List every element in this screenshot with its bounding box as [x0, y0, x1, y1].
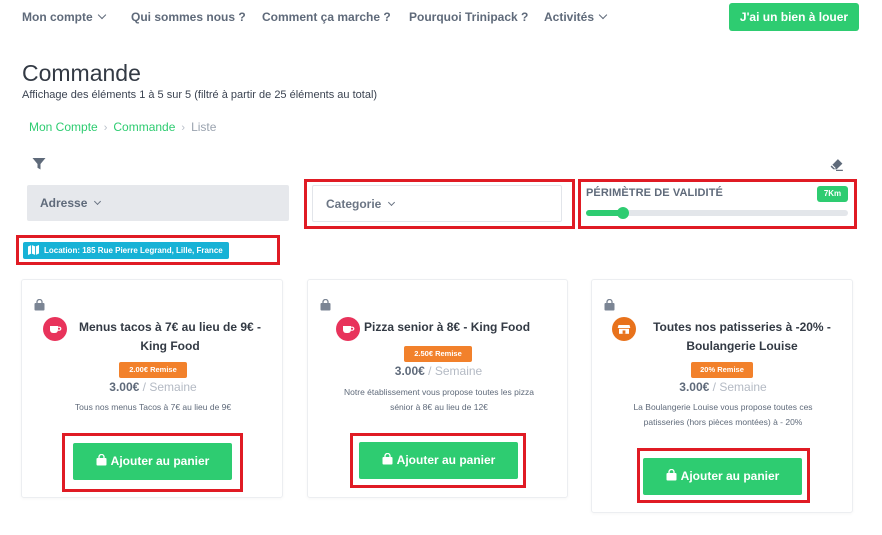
shopping-bag-icon — [34, 299, 45, 311]
eraser-icon[interactable] — [829, 157, 844, 172]
address-select-label: Adresse — [40, 196, 88, 210]
price-period: / Semaine — [428, 364, 483, 378]
chevron-down-icon — [598, 10, 608, 20]
perimeter-value-badge: 7Km — [817, 186, 848, 202]
nav-item-label: Mon compte — [22, 10, 93, 24]
breadcrumb-separator-icon: › — [181, 122, 186, 134]
nav-comment-ca-marche[interactable]: Comment ça marche ? — [262, 10, 391, 24]
breadcrumb-liste: Liste — [191, 120, 217, 134]
coffee-cup-icon — [336, 317, 360, 341]
perimeter-slider-handle[interactable] — [616, 207, 629, 219]
product-title: Pizza senior à 8€ - King Food — [364, 320, 531, 334]
breadcrumb: Mon Compte › Commande › Liste — [29, 120, 216, 134]
product-price: 3.00€ / Semaine — [308, 364, 569, 378]
product-description: La Boulangerie Louise vous propose toute… — [633, 402, 813, 427]
coffee-cup-icon — [43, 317, 67, 341]
add-to-cart-button[interactable]: Ajouter au panier — [73, 443, 232, 480]
nav-pourquoi-trinipack[interactable]: Pourquoi Trinipack ? — [409, 10, 528, 24]
product-title: Toutes nos patisseries à -20% - Boulange… — [653, 320, 831, 353]
product-price: 3.00€ / Semaine — [22, 380, 284, 394]
price-amount: 3.00€ — [394, 364, 425, 378]
add-to-cart-label: Ajouter au panier — [396, 453, 496, 467]
list-property-button[interactable]: J'ai un bien à louer — [729, 3, 859, 31]
price-period: / Semaine — [712, 380, 767, 394]
nav-item-label: Qui sommes nous ? — [131, 10, 246, 24]
product-description: Notre établissement vous propose toutes … — [344, 387, 534, 412]
nav-item-label: Comment ça marche ? — [262, 10, 391, 24]
discount-badge: 2.50€ Remise — [404, 346, 472, 362]
top-nav: Mon compte Qui sommes nous ? Comment ça … — [0, 0, 882, 36]
nav-activites[interactable]: Activités — [544, 10, 608, 24]
perimeter-slider[interactable] — [586, 207, 848, 219]
shopping-bag-icon — [96, 453, 107, 466]
shopping-bag-icon — [382, 452, 393, 465]
chevron-down-icon — [97, 10, 106, 20]
discount-badge: 2.00€ Remise — [119, 362, 187, 378]
nav-qui-sommes-nous[interactable]: Qui sommes nous ? — [131, 10, 246, 24]
nav-item-label: Activités — [544, 10, 595, 24]
map-icon — [28, 244, 39, 255]
price-amount: 3.00€ — [109, 380, 140, 394]
product-price: 3.00€ / Semaine — [592, 380, 854, 394]
perimeter-label: PÉRIMÈTRE DE VALIDITÉ — [586, 187, 723, 199]
chevron-down-icon — [388, 198, 396, 207]
product-title: Menus tacos à 7€ au lieu de 9€ - King Fo… — [78, 320, 262, 353]
nav-item-label: Pourquoi Trinipack ? — [409, 10, 529, 24]
price-amount: 3.00€ — [679, 380, 710, 394]
filter-icon[interactable] — [32, 157, 46, 171]
add-to-cart-label: Ajouter au panier — [680, 469, 780, 483]
shopping-bag-icon — [320, 299, 331, 311]
category-select-label: Categorie — [326, 197, 382, 211]
shopping-bag-icon — [666, 468, 677, 481]
category-select[interactable]: Categorie — [312, 185, 562, 222]
chevron-down-icon — [94, 197, 102, 206]
discount-badge: 20% Remise — [691, 362, 753, 378]
shopping-bag-icon — [604, 299, 615, 311]
price-period: / Semaine — [142, 380, 197, 394]
add-to-cart-button[interactable]: Ajouter au panier — [359, 442, 518, 479]
add-to-cart-button[interactable]: Ajouter au panier — [643, 458, 802, 495]
page-subtitle: Affichage des éléments 1 à 5 sur 5 (filt… — [22, 89, 378, 101]
product-card: Menus tacos à 7€ au lieu de 9€ - King Fo… — [21, 279, 283, 498]
product-description: Tous nos menus Tacos à 7€ au lieu de 9€ — [74, 402, 232, 412]
breadcrumb-separator-icon: › — [103, 122, 108, 134]
breadcrumb-mon-compte[interactable]: Mon Compte — [29, 120, 98, 134]
page-title: Commande — [22, 60, 141, 86]
nav-mon-compte[interactable]: Mon compte — [22, 10, 106, 24]
product-card: Pizza senior à 8€ - King Food 2.50€ Remi… — [307, 279, 568, 498]
add-to-cart-label: Ajouter au panier — [110, 454, 210, 468]
breadcrumb-commande[interactable]: Commande — [113, 120, 175, 134]
address-select[interactable]: Adresse — [27, 185, 289, 221]
store-icon — [612, 317, 636, 341]
location-text: Location: 185 Rue Pierre Legrand, Lille,… — [44, 246, 223, 255]
location-badge: Location: 185 Rue Pierre Legrand, Lille,… — [23, 242, 229, 259]
product-card: Toutes nos patisseries à -20% - Boulange… — [591, 279, 853, 513]
